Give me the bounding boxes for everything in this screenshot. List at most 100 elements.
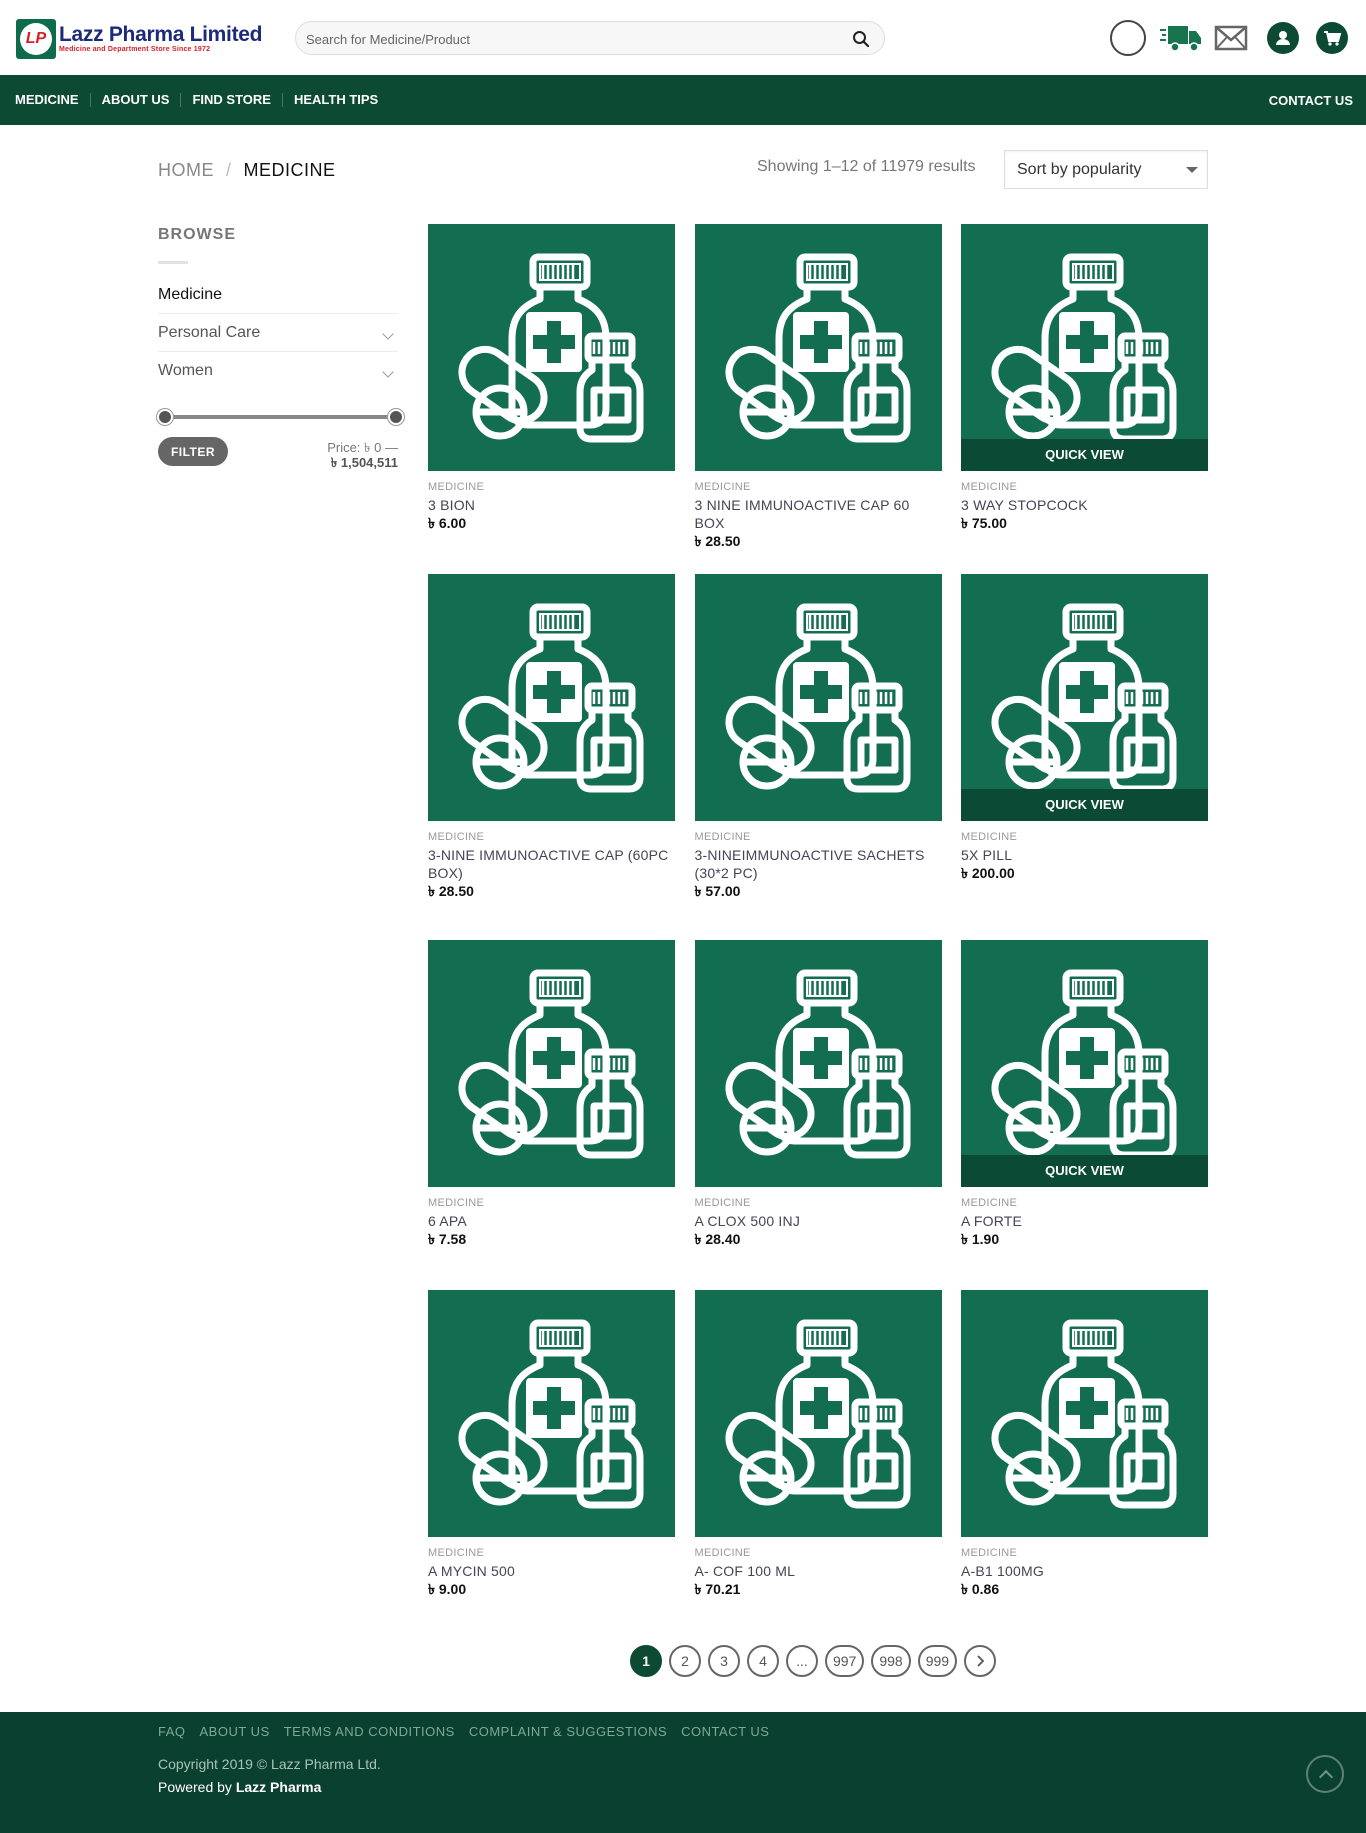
- product-category: MEDICINE: [694, 481, 751, 493]
- product-image[interactable]: [428, 574, 675, 821]
- cart-icon[interactable]: [1316, 22, 1348, 54]
- product-card[interactable]: MEDICINE 3 BION ৳ 6.00: [428, 224, 675, 533]
- product-card[interactable]: MEDICINE 6 APA ৳ 7.58: [428, 940, 675, 1249]
- user-icon[interactable]: [1267, 22, 1299, 54]
- page-link[interactable]: 1: [630, 1645, 662, 1677]
- product-image[interactable]: QUICK VIEW: [961, 224, 1208, 471]
- product-name[interactable]: 3 WAY STOPCOCK: [961, 496, 1208, 514]
- product-category: MEDICINE: [961, 1197, 1018, 1209]
- product-image[interactable]: [694, 1290, 942, 1537]
- product-price: ৳ 28.50: [694, 533, 741, 549]
- product-card[interactable]: QUICK VIEW MEDICINE A FORTE ৳ 1.90: [961, 940, 1208, 1249]
- page-link[interactable]: 4: [747, 1645, 779, 1677]
- product-card[interactable]: MEDICINE A- COF 100 ML ৳ 70.21: [694, 1290, 942, 1599]
- breadcrumb-current: MEDICINE: [243, 160, 336, 180]
- mail-icon[interactable]: [1214, 20, 1248, 56]
- product-card[interactable]: MEDICINE 3-NINE IMMUNOACTIVE CAP (60PC B…: [428, 574, 675, 901]
- product-price: ৳ 7.58: [428, 1231, 467, 1247]
- product-card[interactable]: MEDICINE A CLOX 500 INJ ৳ 28.40: [694, 940, 942, 1249]
- medicine-bottle-icon: [991, 603, 1177, 793]
- nav-item[interactable]: FIND STORE: [180, 93, 282, 107]
- page-link[interactable]: 997: [825, 1645, 865, 1677]
- category-label: Women: [158, 362, 213, 379]
- product-image[interactable]: QUICK VIEW: [961, 574, 1208, 821]
- medicine-bottle-icon: [458, 969, 644, 1159]
- chevron-right-icon[interactable]: [964, 1645, 997, 1677]
- product-image[interactable]: [694, 940, 942, 1187]
- product-category: MEDICINE: [428, 831, 485, 843]
- product-image[interactable]: [428, 1290, 675, 1537]
- product-name[interactable]: A- COF 100 ML: [695, 1562, 942, 1580]
- footer-link[interactable]: ABOUT US: [200, 1724, 270, 1739]
- product-card[interactable]: QUICK VIEW MEDICINE 3 WAY STOPCOCK ৳ 75.…: [961, 224, 1208, 533]
- product-card[interactable]: MEDICINE A-B1 100MG ৳ 0.86: [961, 1290, 1208, 1599]
- search-icon[interactable]: [852, 30, 870, 48]
- category-item[interactable]: Personal Care: [158, 314, 398, 352]
- price-slider-max-handle[interactable]: [388, 409, 404, 425]
- nav-item[interactable]: MEDICINE: [15, 93, 90, 107]
- product-image[interactable]: [428, 940, 675, 1187]
- product-image[interactable]: [428, 224, 675, 471]
- price-dash: —: [385, 440, 398, 455]
- search-input[interactable]: [306, 29, 826, 49]
- product-name[interactable]: A-B1 100MG: [961, 1562, 1208, 1580]
- sort-selected-value: Sort by popularity: [1017, 161, 1142, 178]
- product-category: MEDICINE: [694, 1547, 751, 1559]
- footer-link[interactable]: CONTACT US: [681, 1724, 769, 1739]
- footer-link[interactable]: COMPLAINT & SUGGESTIONS: [469, 1724, 667, 1739]
- category-item[interactable]: Women: [158, 352, 398, 390]
- page-link[interactable]: 998: [871, 1645, 911, 1677]
- product-card[interactable]: QUICK VIEW MEDICINE 5X PILL ৳ 200.00: [961, 574, 1208, 883]
- price-min: ৳ 0: [364, 440, 382, 455]
- circle-icon[interactable]: [1110, 20, 1146, 56]
- product-name[interactable]: 3-NINEIMMUNOACTIVE SACHETS (30*2 PC): [695, 846, 942, 882]
- product-card[interactable]: MEDICINE 3-NINEIMMUNOACTIVE SACHETS (30*…: [694, 574, 942, 901]
- product-name[interactable]: A MYCIN 500: [428, 1562, 675, 1580]
- product-image[interactable]: [694, 224, 942, 471]
- product-card[interactable]: MEDICINE A MYCIN 500 ৳ 9.00: [428, 1290, 675, 1599]
- breadcrumb-home[interactable]: HOME: [158, 160, 214, 181]
- product-name[interactable]: 6 APA: [428, 1212, 675, 1230]
- chevron-down-icon[interactable]: [382, 328, 394, 340]
- product-name[interactable]: A FORTE: [961, 1212, 1208, 1230]
- footer-link[interactable]: TERMS AND CONDITIONS: [284, 1724, 455, 1739]
- footer-powered-by: Powered by Lazz Pharma: [158, 1779, 321, 1795]
- filter-button[interactable]: FILTER: [158, 437, 228, 466]
- footer-link[interactable]: FAQ: [158, 1724, 186, 1739]
- footer-powered-name[interactable]: Lazz Pharma: [236, 1779, 322, 1795]
- product-image[interactable]: QUICK VIEW: [961, 940, 1208, 1187]
- quick-view-button[interactable]: QUICK VIEW: [961, 1155, 1208, 1187]
- nav-item[interactable]: HEALTH TIPS: [281, 93, 389, 107]
- product-name[interactable]: 3 BION: [428, 496, 675, 514]
- site-footer: FAQ ABOUT US TERMS AND CONDITIONS COMPLAINT…: [0, 1712, 1366, 1833]
- page-link[interactable]: 2: [669, 1645, 701, 1677]
- product-name[interactable]: 3-NINE IMMUNOACTIVE CAP (60PC BOX): [428, 846, 675, 882]
- category-label: Personal Care: [158, 324, 261, 341]
- product-name[interactable]: A CLOX 500 INJ: [695, 1212, 942, 1230]
- price-slider-track[interactable]: [164, 415, 396, 419]
- product-price: ৳ 28.50: [428, 883, 474, 899]
- delivery-truck-icon[interactable]: [1160, 20, 1202, 56]
- product-price: ৳ 75.00: [961, 515, 1007, 531]
- product-image[interactable]: [694, 574, 942, 821]
- back-to-top-icon[interactable]: [1306, 1755, 1344, 1793]
- product-image[interactable]: [961, 1290, 1208, 1537]
- nav-item[interactable]: ABOUT US: [89, 93, 181, 107]
- price-slider-min-handle[interactable]: [157, 409, 173, 425]
- logo[interactable]: LP Lazz Pharma Limited Medicine and Depa…: [16, 18, 266, 60]
- page-link[interactable]: 999: [917, 1645, 958, 1677]
- quick-view-button[interactable]: QUICK VIEW: [961, 439, 1208, 471]
- logo-tagline: Medicine and Department Store Since 1972: [59, 46, 211, 53]
- product-category: MEDICINE: [428, 1197, 485, 1209]
- category-item[interactable]: Medicine: [158, 276, 398, 314]
- product-name[interactable]: 3 NINE IMMUNOACTIVE CAP 60 BOX: [695, 496, 942, 532]
- nav-contact-us[interactable]: CONTACT US: [1269, 93, 1353, 108]
- pagination-ellipsis: ...: [786, 1645, 818, 1677]
- price-range-label: Price: ৳ 0 — ৳ 1,504,511: [278, 440, 398, 470]
- product-card[interactable]: MEDICINE 3 NINE IMMUNOACTIVE CAP 60 BOX …: [694, 224, 942, 551]
- chevron-down-icon[interactable]: [382, 366, 394, 378]
- product-name[interactable]: 5X PILL: [961, 846, 1208, 864]
- sort-select[interactable]: Sort by popularity: [1004, 150, 1208, 189]
- page-link[interactable]: 3: [708, 1645, 740, 1677]
- quick-view-button[interactable]: QUICK VIEW: [961, 789, 1208, 821]
